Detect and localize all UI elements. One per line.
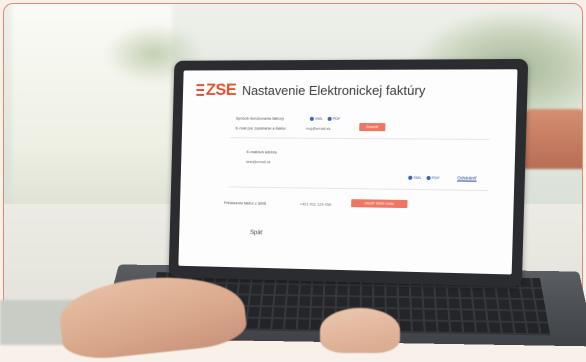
save-sms-button[interactable]: Uložiť SMS číslo (351, 199, 408, 208)
radio-pdf[interactable]: PDF (328, 116, 341, 121)
background-flower-pot (524, 109, 583, 169)
header: ZSE Nastavenie Elektronickej faktúry (196, 80, 426, 100)
radio-pdf-extra[interactable]: PDF (426, 175, 439, 180)
label-delivery-format: Spôsob doručovania faktúry (236, 116, 284, 121)
radio-dot-icon (310, 117, 314, 121)
email-field[interactable]: moj@email.sk (306, 126, 331, 131)
remove-link[interactable]: Odstrániť (457, 175, 476, 180)
laptop-lid: ZSE Nastavenie Elektronickej faktúry Spô… (169, 59, 529, 287)
label-email: E-mail pre zasielanie e-faktúr (236, 125, 286, 130)
label-sms: Prihlásenie faktúr z SMS (224, 200, 266, 206)
logo-text: ZSE (206, 80, 237, 100)
radio-dot-icon (328, 117, 332, 121)
laptop-screen: ZSE Nastavenie Elektronickej faktúry Spô… (178, 69, 517, 274)
page-title: Nastavenie Elektronickej faktúry (242, 82, 426, 97)
radio-dot-icon (426, 176, 430, 180)
zse-logo-icon (196, 84, 204, 96)
radio-dot-icon (408, 176, 412, 180)
right-hand (320, 308, 400, 353)
change-email-button[interactable]: Zmeniť (359, 123, 385, 131)
back-link[interactable]: Späť (250, 230, 263, 236)
extra-email-field[interactable]: test@email.sk (246, 159, 271, 164)
radio-xml[interactable]: XML (310, 116, 323, 121)
radio-xml-extra[interactable]: XML (408, 175, 422, 180)
label-extra-email: E-mailová adresa (246, 149, 276, 154)
phone-field[interactable]: +421 911 123 456 (300, 201, 332, 207)
divider (230, 137, 490, 140)
divider (228, 186, 488, 191)
